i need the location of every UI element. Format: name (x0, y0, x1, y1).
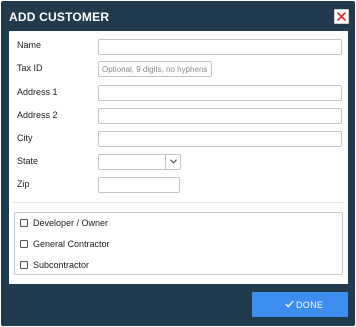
tax-id-input[interactable] (98, 61, 212, 77)
dialog-body: Name Tax ID Address 1 Address 2 City Sta… (9, 31, 348, 284)
role-developer-owner[interactable]: Developer / Owner (20, 217, 220, 231)
city-row: City (9, 129, 348, 149)
add-customer-dialog: ADD CUSTOMER Name Tax ID Address 1 Addre… (1, 1, 355, 326)
zip-input[interactable] (98, 177, 180, 193)
name-row: Name (9, 36, 348, 56)
name-input[interactable] (98, 39, 342, 55)
dialog-title: ADD CUSTOMER (9, 10, 110, 24)
address2-input[interactable] (98, 108, 342, 124)
close-x-icon (337, 12, 346, 21)
developer-owner-label[interactable]: Developer / Owner (33, 218, 108, 228)
done-label: DONE (296, 300, 324, 310)
dialog-footer: DONE (1, 284, 355, 326)
state-dropdown-button[interactable] (165, 155, 180, 169)
address1-input[interactable] (98, 85, 342, 101)
state-row: State (9, 152, 348, 172)
section-divider (13, 202, 344, 203)
close-button[interactable] (334, 9, 349, 24)
chevron-down-icon (170, 159, 177, 164)
address2-row: Address 2 (9, 106, 348, 126)
city-input[interactable] (98, 131, 342, 147)
address1-label: Address 1 (17, 87, 58, 97)
address1-row: Address 1 (9, 83, 348, 103)
done-button[interactable]: DONE (252, 292, 348, 317)
name-label: Name (17, 40, 42, 50)
state-label: State (17, 156, 39, 166)
city-label: City (17, 133, 33, 143)
tax-id-label: Tax ID (17, 63, 43, 73)
subcontractor-checkbox[interactable] (20, 261, 28, 269)
dialog-titlebar: ADD CUSTOMER (1, 1, 355, 31)
customer-role-panel: Developer / Owner General Contractor Sub… (14, 212, 343, 275)
checkmark-icon (285, 300, 294, 308)
developer-owner-checkbox[interactable] (20, 219, 28, 227)
zip-label: Zip (17, 179, 30, 189)
state-select[interactable] (98, 154, 181, 170)
role-subcontractor[interactable]: Subcontractor (20, 259, 220, 273)
general-contractor-label[interactable]: General Contractor (33, 239, 110, 249)
subcontractor-label[interactable]: Subcontractor (33, 260, 89, 270)
address2-label: Address 2 (17, 110, 58, 120)
role-general-contractor[interactable]: General Contractor (20, 238, 220, 252)
general-contractor-checkbox[interactable] (20, 240, 28, 248)
zip-row: Zip (9, 175, 348, 195)
tax-id-row: Tax ID (9, 59, 348, 79)
